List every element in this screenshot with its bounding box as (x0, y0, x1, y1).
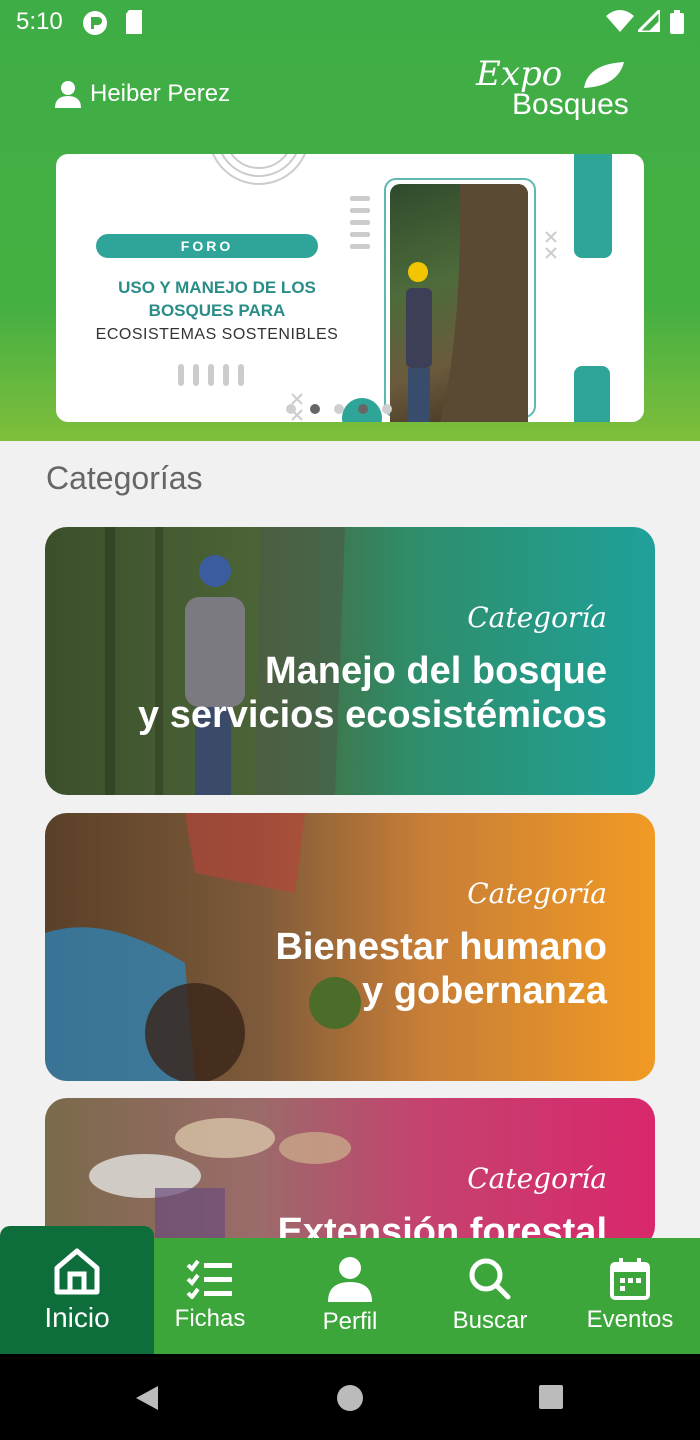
nav-label: Fichas (174, 1305, 246, 1332)
user-icon (55, 81, 81, 108)
carousel-dot[interactable] (334, 404, 344, 414)
carousel-dot[interactable] (358, 404, 368, 414)
concentric-circles-decoration (212, 154, 306, 185)
home-button-icon[interactable] (336, 1384, 364, 1412)
nav-eventos[interactable]: Eventos (560, 1238, 700, 1354)
status-time: 5:10 (16, 8, 63, 35)
banner-subtitle: ECOSISTEMAS SOSTENIBLES (95, 326, 339, 343)
carousel-dot[interactable] (382, 404, 392, 414)
calendar-icon (610, 1258, 650, 1300)
user-name: Heiber Perez (90, 80, 231, 107)
checklist-icon (186, 1259, 232, 1299)
teal-bar-decoration (574, 366, 610, 422)
categories-heading: Categorías (46, 460, 203, 496)
bars-decoration (178, 364, 244, 386)
logo-text-bosques: Bosques (512, 88, 629, 121)
carousel-dot-active[interactable] (310, 404, 320, 414)
banner-title: USO Y MANEJO DE LOS BOSQUES PARA (118, 278, 316, 320)
home-icon (54, 1248, 100, 1295)
nav-fichas[interactable]: Fichas (140, 1238, 280, 1354)
system-navigation-bar (0, 1354, 700, 1440)
sd-card-icon (126, 10, 142, 34)
category-card-extension[interactable]: Categoría Extensión forestal (45, 1098, 655, 1238)
category-name-line: y gobernanza (362, 970, 607, 1012)
category-label: Categoría (467, 601, 607, 634)
category-name: Extensión forestal (278, 1210, 607, 1238)
nav-buscar[interactable]: Buscar (420, 1238, 560, 1354)
status-bar: 5:10 (0, 0, 700, 44)
header-area: 5:10 Heiber Perez Expo Bosques FORO USO … (0, 0, 700, 441)
event-banner[interactable]: FORO USO Y MANEJO DE LOS BOSQUES PARA EC… (56, 154, 644, 422)
nav-label: Eventos (586, 1306, 674, 1333)
x-marks-decoration (545, 231, 557, 259)
recents-icon[interactable] (538, 1384, 564, 1410)
category-name-line: Bienestar humano (275, 926, 607, 968)
app-notification-icon (83, 11, 107, 35)
person-icon (328, 1257, 372, 1302)
search-icon (469, 1258, 511, 1300)
category-name: Bienestar humano y gobernanza (275, 925, 607, 1013)
back-icon[interactable] (134, 1384, 160, 1412)
leaf-icon (584, 62, 624, 88)
bottom-navigation: Inicio Fichas Perfil Buscar Eventos (0, 1226, 700, 1354)
wifi-icon (606, 10, 634, 32)
nav-label: Inicio (44, 1302, 110, 1333)
nav-label: Perfil (322, 1308, 378, 1335)
forest-worker-photo (390, 184, 528, 422)
signal-icon (638, 10, 660, 32)
categories-scroll-clip: Categoría Extensión forestal (0, 1098, 700, 1238)
nav-label: Buscar (452, 1307, 528, 1334)
teal-bar-decoration (574, 154, 612, 258)
category-label: Categoría (467, 1162, 607, 1195)
category-label: Categoría (467, 877, 607, 910)
category-card-bienestar[interactable]: Categoría Bienestar humano y gobernanza (45, 813, 655, 1081)
banner-pill: FORO (96, 234, 318, 258)
battery-icon (670, 10, 684, 34)
carousel-dot[interactable] (286, 404, 296, 414)
category-card-manejo[interactable]: Categoría Manejo del bosque y servicios … (45, 527, 655, 795)
category-name-line: y servicios ecosistémicos (138, 694, 607, 736)
nav-inicio[interactable]: Inicio (0, 1226, 154, 1354)
nav-perfil[interactable]: Perfil (280, 1238, 420, 1354)
category-name-line: Manejo del bosque (264, 650, 607, 692)
lines-decoration (350, 196, 370, 249)
expobosques-logo: Expo Bosques (474, 52, 646, 126)
category-name: Manejo del bosque y servicios ecosistémi… (138, 649, 607, 737)
carousel-indicator[interactable] (286, 404, 392, 414)
user-profile[interactable]: Heiber Perez (54, 80, 230, 108)
category-name-line: Extensión forestal (277, 1211, 607, 1238)
